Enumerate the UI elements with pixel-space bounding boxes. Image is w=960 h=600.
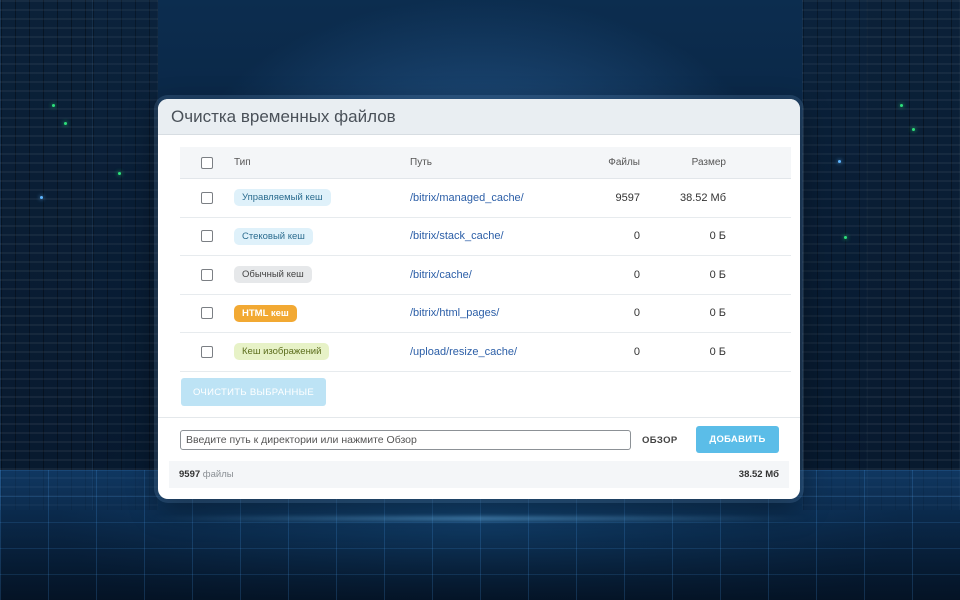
rack-led [40,196,43,199]
files-count: 0 [633,307,640,320]
browse-button[interactable]: Обзор [642,435,678,446]
rack-led [838,160,841,163]
column-header-path[interactable]: Путь [410,157,560,168]
table-header-row: Тип Путь Файлы Размер [180,147,791,179]
cache-path-link[interactable]: /upload/resize_cache/ [410,346,517,358]
cache-table: Тип Путь Файлы Размер Управляемый кеш /b… [180,147,791,372]
cache-type-badge: Управляемый кеш [234,189,331,207]
files-count: 0 [633,230,640,243]
cache-path-link[interactable]: /bitrix/stack_cache/ [410,230,504,242]
files-count: 9597 [615,191,640,204]
server-rack-left-inner [92,0,158,510]
cache-cleanup-window: Очистка временных файлов Тип Путь Файлы … [158,99,800,499]
rack-led [64,122,67,125]
select-all-checkbox[interactable] [201,156,213,169]
table-row: HTML кеш /bitrix/html_pages/ 0 0 Б [180,295,791,333]
table-row: Кеш изображений /upload/resize_cache/ 0 … [180,333,791,372]
table-row: Обычный кеш /bitrix/cache/ 0 0 Б [180,256,791,295]
server-rack-right [866,0,960,510]
cache-path-link[interactable]: /bitrix/html_pages/ [410,307,499,319]
cache-size: 0 Б [709,230,726,243]
cache-path-link[interactable]: /bitrix/cache/ [410,269,472,281]
cache-size: 0 Б [709,268,726,281]
floor-glow [150,517,810,520]
row-checkbox[interactable] [201,191,213,204]
rack-led [52,104,55,107]
cache-size: 0 Б [709,307,726,320]
cache-type-badge: Стековый кеш [234,227,313,245]
rack-led [912,128,915,131]
total-size: 38.52 Мб [738,469,779,480]
files-count: 0 [633,268,640,281]
row-checkbox[interactable] [201,307,213,320]
clear-selected-button[interactable]: Очистить выбранные [181,378,326,406]
summary-footer: 9597 файлы 38.52 Мб [169,461,789,488]
cache-path-link[interactable]: /bitrix/managed_cache/ [410,192,524,204]
row-checkbox[interactable] [201,230,213,243]
total-files-label: файлы [202,469,234,480]
window-title: Очистка временных файлов [171,106,396,126]
rack-led [844,236,847,239]
window-header: Очистка временных файлов [158,99,800,135]
cache-size: 38.52 Мб [679,191,726,204]
directory-path-input[interactable] [180,430,631,450]
row-checkbox[interactable] [201,345,213,358]
total-files-count: 9597 [179,469,201,480]
cache-type-badge: HTML кеш [234,304,297,322]
rack-led [900,104,903,107]
rack-led [118,172,121,175]
row-checkbox[interactable] [201,268,213,281]
files-count: 0 [633,345,640,358]
server-rack-left [0,0,94,510]
divider [158,417,800,418]
server-rack-right-inner [802,0,868,510]
cache-size: 0 Б [709,345,726,358]
column-header-files[interactable]: Файлы [560,157,640,168]
add-button[interactable]: Добавить [696,426,779,453]
cache-type-badge: Кеш изображений [234,343,330,361]
total-files-summary: 9597 файлы [179,469,234,480]
table-row: Стековый кеш /bitrix/stack_cache/ 0 0 Б [180,218,791,256]
column-header-type[interactable]: Тип [234,157,410,168]
table-row: Управляемый кеш /bitrix/managed_cache/ 9… [180,179,791,218]
column-header-size[interactable]: Размер [640,157,726,168]
cache-type-badge: Обычный кеш [234,266,312,284]
